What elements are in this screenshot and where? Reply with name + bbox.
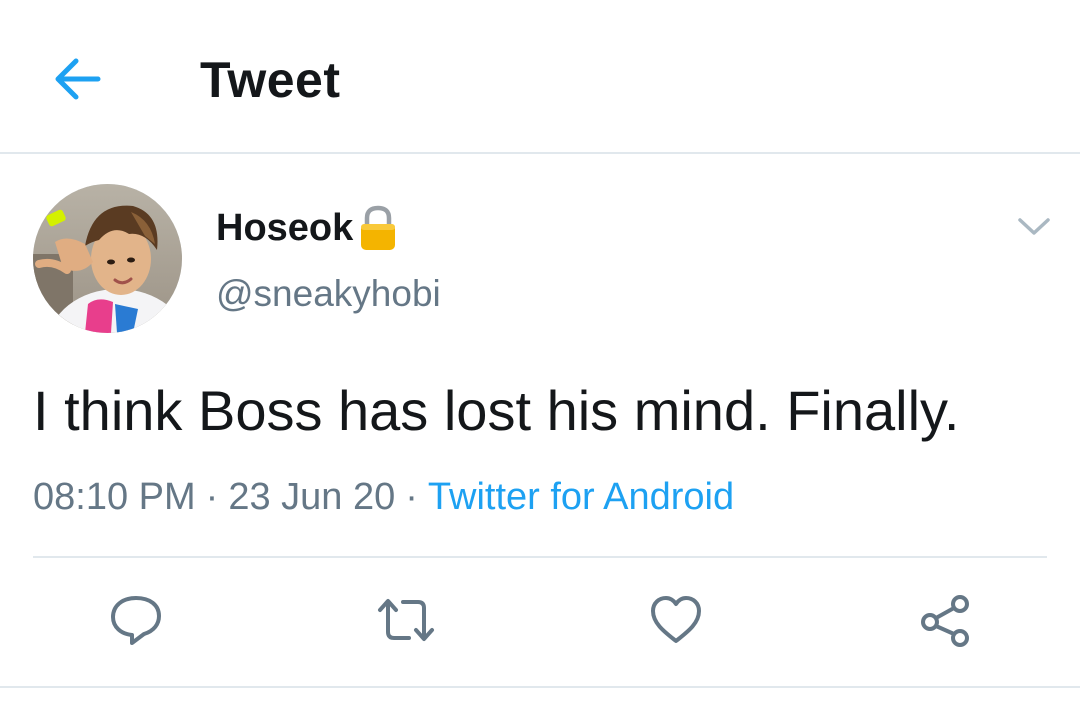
action-bar xyxy=(0,588,1080,652)
like-button[interactable] xyxy=(644,588,708,652)
tweet-source-link[interactable]: Twitter for Android xyxy=(428,476,734,518)
avatar[interactable] xyxy=(33,184,182,333)
meta-separator: · xyxy=(205,476,219,518)
divider xyxy=(0,686,1080,688)
tweet-menu-button[interactable] xyxy=(1012,205,1056,249)
author-handle[interactable]: @sneakyhobi xyxy=(216,270,441,318)
back-button[interactable] xyxy=(48,50,106,108)
share-button[interactable] xyxy=(913,588,977,652)
reply-icon xyxy=(111,596,161,645)
reply-button[interactable] xyxy=(104,588,168,652)
top-bar: Tweet xyxy=(0,0,1080,154)
retweet-icon xyxy=(378,599,434,641)
meta-separator: · xyxy=(405,476,418,518)
share-icon xyxy=(921,595,969,647)
lock-icon xyxy=(361,205,396,250)
display-name[interactable]: Hoseok xyxy=(216,207,353,250)
tweet-date: 23 Jun 20 xyxy=(228,476,396,518)
divider xyxy=(33,556,1047,558)
retweet-button[interactable] xyxy=(374,588,438,652)
author-name-row[interactable]: Hoseok xyxy=(216,202,399,254)
tweet-text: I think Boss has lost his mind. Finally. xyxy=(33,379,960,442)
arrow-left-icon xyxy=(55,58,101,100)
tweet-meta: 08:10 PM · 23 Jun 20 · Twitter for Android xyxy=(33,472,734,522)
page-title: Tweet xyxy=(200,52,341,108)
tweet-time: 08:10 PM xyxy=(33,476,196,518)
chevron-down-icon xyxy=(1018,218,1050,235)
heart-icon xyxy=(651,596,701,643)
profile-photo xyxy=(33,184,182,333)
